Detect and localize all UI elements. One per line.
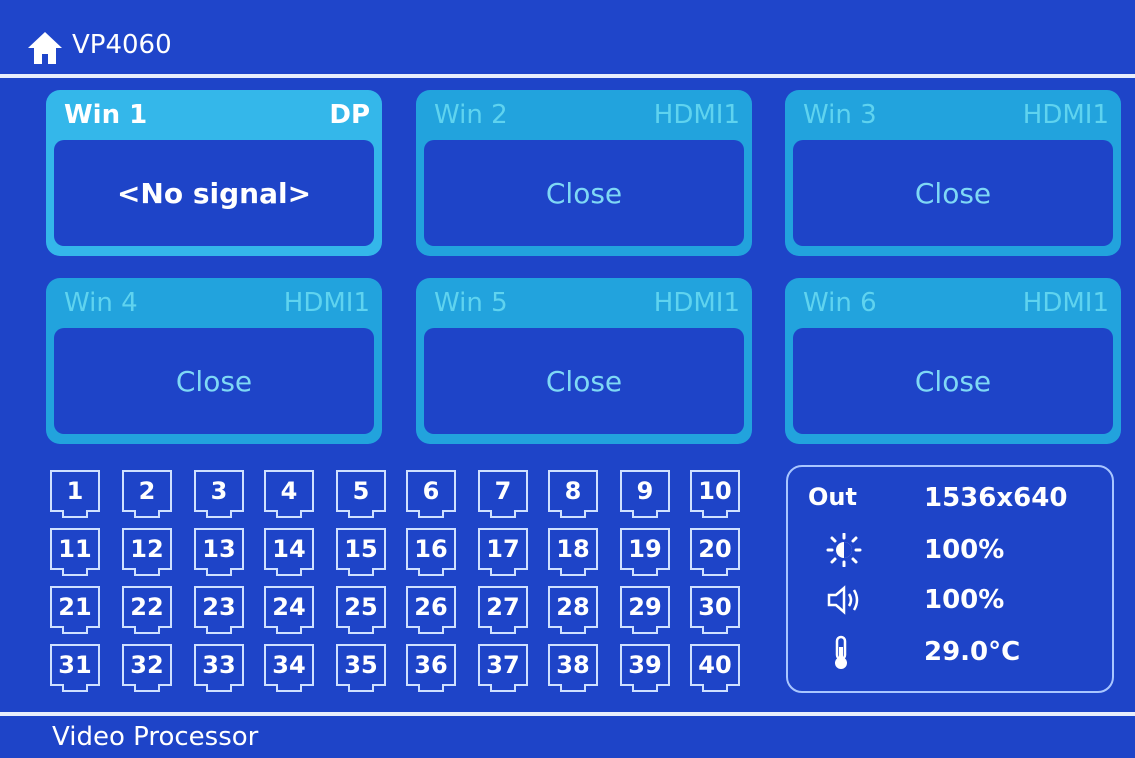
temperature-value: 29.0°C [924, 637, 1021, 667]
window-source: HDMI1 [653, 288, 740, 318]
preset-button-12[interactable]: 12 [122, 528, 172, 576]
window-source: HDMI1 [283, 288, 370, 318]
preset-button-40[interactable]: 40 [690, 644, 740, 692]
preset-button-2[interactable]: 2 [122, 470, 172, 518]
device-title: VP4060 [72, 30, 172, 60]
preset-button-9[interactable]: 9 [620, 470, 670, 518]
preset-button-19[interactable]: 19 [620, 528, 670, 576]
brightness-icon [826, 533, 862, 567]
window-source: DP [329, 100, 370, 130]
window-tile-6[interactable]: Win 6 HDMI1 Close [785, 278, 1121, 444]
window-tile-2[interactable]: Win 2 HDMI1 Close [416, 90, 752, 256]
window-tile-3[interactable]: Win 3 HDMI1 Close [785, 90, 1121, 256]
preset-button-35[interactable]: 35 [336, 644, 386, 692]
window-source: HDMI1 [1022, 100, 1109, 130]
preset-button-30[interactable]: 30 [690, 586, 740, 634]
window-name: Win 1 [64, 100, 148, 130]
preset-button-28[interactable]: 28 [548, 586, 598, 634]
preset-button-20[interactable]: 20 [690, 528, 740, 576]
window-tile-5[interactable]: Win 5 HDMI1 Close [416, 278, 752, 444]
preset-button-14[interactable]: 14 [264, 528, 314, 576]
window-name: Win 3 [803, 100, 877, 130]
window-name: Win 6 [803, 288, 877, 318]
window-source: HDMI1 [1022, 288, 1109, 318]
preset-button-4[interactable]: 4 [264, 470, 314, 518]
preset-button-25[interactable]: 25 [336, 586, 386, 634]
volume-value: 100% [924, 585, 1005, 615]
volume-row: 100% [808, 585, 1108, 625]
preset-button-3[interactable]: 3 [194, 470, 244, 518]
status-panel: Out 1536x640 100% 100% 29.0°C [786, 465, 1114, 693]
home-icon[interactable] [26, 30, 64, 66]
window-status: Close [424, 328, 744, 434]
preset-button-34[interactable]: 34 [264, 644, 314, 692]
preset-button-24[interactable]: 24 [264, 586, 314, 634]
thermometer-icon [835, 635, 847, 669]
preset-button-23[interactable]: 23 [194, 586, 244, 634]
preset-button-11[interactable]: 11 [50, 528, 100, 576]
preset-button-32[interactable]: 32 [122, 644, 172, 692]
preset-button-5[interactable]: 5 [336, 470, 386, 518]
preset-button-26[interactable]: 26 [406, 586, 456, 634]
preset-button-1[interactable]: 1 [50, 470, 100, 518]
preset-button-7[interactable]: 7 [478, 470, 528, 518]
window-name: Win 4 [64, 288, 138, 318]
window-status: <No signal> [54, 140, 374, 246]
preset-button-15[interactable]: 15 [336, 528, 386, 576]
window-tile-4[interactable]: Win 4 HDMI1 Close [46, 278, 382, 444]
window-source: HDMI1 [653, 100, 740, 130]
brightness-value: 100% [924, 535, 1005, 565]
preset-button-8[interactable]: 8 [548, 470, 598, 518]
preset-button-37[interactable]: 37 [478, 644, 528, 692]
title-bar: VP4060 [0, 0, 1135, 72]
preset-button-18[interactable]: 18 [548, 528, 598, 576]
preset-button-31[interactable]: 31 [50, 644, 100, 692]
output-label: Out [808, 483, 857, 511]
window-status: Close [54, 328, 374, 434]
window-status: Close [793, 328, 1113, 434]
header-divider [0, 74, 1135, 78]
preset-button-22[interactable]: 22 [122, 586, 172, 634]
window-tile-1[interactable]: Win 1 DP <No signal> [46, 90, 382, 256]
preset-button-38[interactable]: 38 [548, 644, 598, 692]
preset-button-17[interactable]: 17 [478, 528, 528, 576]
preset-grid: 1 2 3 4 5 6 7 8 9 10 11 12 13 14 15 16 1… [50, 470, 750, 692]
temperature-row: 29.0°C [808, 635, 1108, 677]
preset-button-39[interactable]: 39 [620, 644, 670, 692]
footer-label: Video Processor [52, 722, 259, 752]
output-resolution-value: 1536x640 [924, 483, 1068, 513]
preset-button-27[interactable]: 27 [478, 586, 528, 634]
preset-button-36[interactable]: 36 [406, 644, 456, 692]
window-name: Win 2 [434, 100, 508, 130]
brightness-row: 100% [808, 533, 1108, 575]
volume-icon [827, 585, 859, 615]
preset-button-21[interactable]: 21 [50, 586, 100, 634]
preset-button-33[interactable]: 33 [194, 644, 244, 692]
window-status: Close [424, 140, 744, 246]
preset-button-16[interactable]: 16 [406, 528, 456, 576]
footer: Video Processor [0, 716, 1135, 758]
window-status: Close [793, 140, 1113, 246]
window-name: Win 5 [434, 288, 508, 318]
preset-button-6[interactable]: 6 [406, 470, 456, 518]
output-resolution-row: Out 1536x640 [808, 483, 1108, 523]
preset-button-10[interactable]: 10 [690, 470, 740, 518]
preset-button-29[interactable]: 29 [620, 586, 670, 634]
preset-button-13[interactable]: 13 [194, 528, 244, 576]
